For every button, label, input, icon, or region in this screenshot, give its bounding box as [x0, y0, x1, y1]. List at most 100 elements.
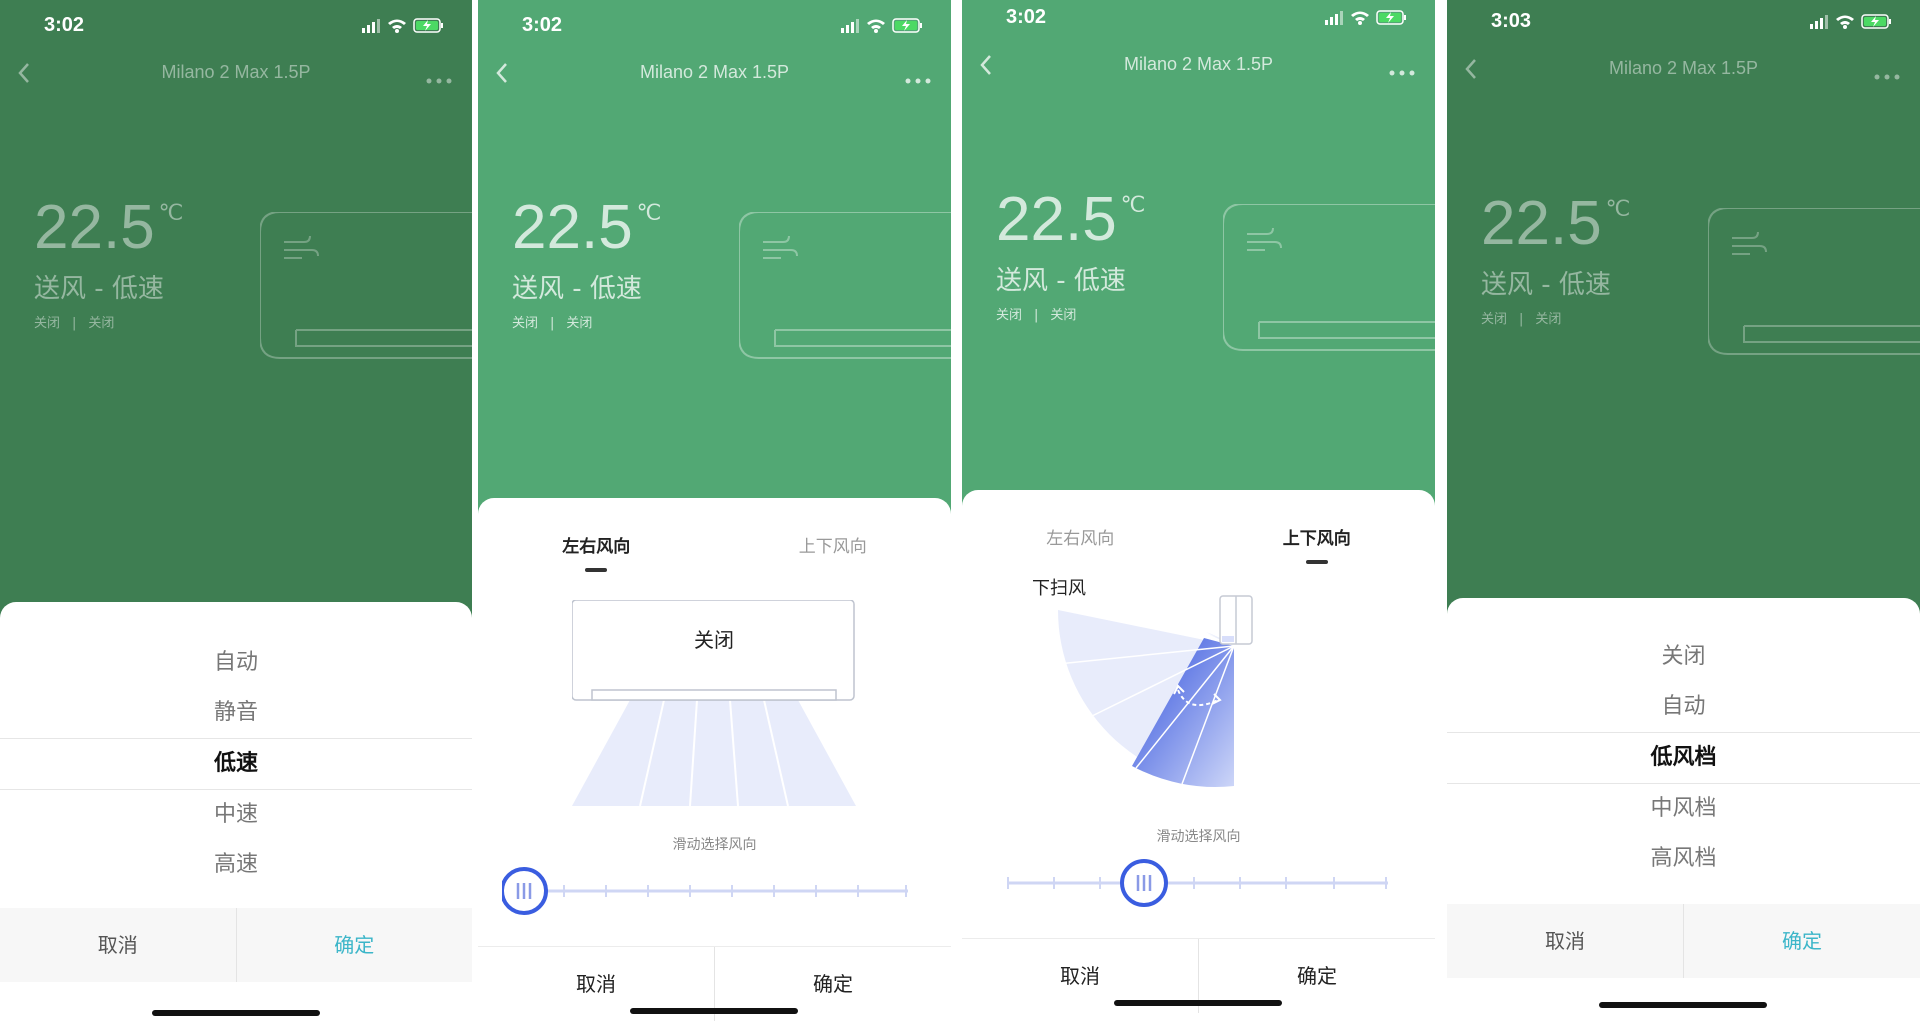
screen-fan-speed: 3:02 Milano 2 Max 1.5P 22.5 ℃ 送风 - 低速 关闭 |… [0, 0, 472, 1022]
swing-lr-status: 关闭 [512, 316, 539, 331]
confirm-button[interactable]: 确定 [1684, 904, 1920, 978]
signal-wifi-battery-icon [841, 18, 922, 33]
cancel-button[interactable]: 取消 [0, 908, 237, 982]
separator: | [550, 316, 555, 331]
status-icons [362, 16, 448, 38]
swing-sheet: 左右风向 上下风向 关闭 滑动选择风向 取消 确定 [478, 498, 951, 1022]
mode-text: 送风 - 低速 [34, 274, 164, 304]
mode-text: 送风 - 低速 [512, 274, 642, 304]
separator: | [72, 316, 77, 331]
mode-text: 送风 - 低速 [1481, 270, 1611, 300]
more-icon[interactable] [426, 70, 452, 89]
nav-bar: Milano 2 Max 1.5P [962, 44, 1435, 88]
picker-option[interactable]: 中风档 [1447, 784, 1920, 834]
tab-vertical-swing[interactable]: 上下风向 [715, 522, 952, 572]
swing-tabs: 左右风向 上下风向 [478, 522, 951, 572]
clock: 3:02 [44, 14, 85, 36]
screen-vertical-swing: 3:02 Milano 2 Max 1.5P 22.5 ℃ 送风 - 低速 关闭 |… [962, 0, 1435, 1022]
cancel-button[interactable]: 取消 [1447, 904, 1684, 978]
ac-unit-outline [1222, 203, 1435, 364]
clock: 3:02 [1006, 6, 1047, 28]
separator: | [1519, 312, 1524, 327]
temperature-display: 22.5 ℃ [1481, 188, 1630, 259]
nav-bar: Milano 2 Max 1.5P [1447, 48, 1920, 92]
status-bar: 3:02 [962, 0, 1435, 44]
tab-horizontal-swing[interactable]: 左右风向 [962, 514, 1199, 564]
tab-horizontal-swing[interactable]: 左右风向 [478, 522, 715, 572]
tab-vertical-swing[interactable]: 上下风向 [1199, 514, 1436, 564]
more-icon[interactable] [1874, 66, 1900, 85]
status-bar: 3:02 [478, 0, 951, 52]
swing-tabs: 左右风向 上下风向 [962, 514, 1435, 564]
picker-option[interactable]: 自动 [1447, 682, 1920, 732]
temperature-unit: ℃ [1605, 196, 1631, 221]
home-indicator [1114, 1000, 1282, 1006]
temperature-unit: ℃ [158, 200, 184, 225]
temperature-value: 22.5 [1481, 189, 1602, 258]
ac-unit-outline [1707, 207, 1920, 368]
clock: 3:03 [1491, 10, 1532, 32]
picker-option[interactable]: 静音 [0, 688, 472, 738]
device-title: Milano 2 Max 1.5P [1123, 54, 1274, 74]
status-icons [841, 16, 927, 38]
device-title: Milano 2 Max 1.5P [639, 62, 790, 82]
picker-option[interactable]: 中速 [0, 790, 472, 840]
speed-picker[interactable]: 自动 静音 低速 中速 高速 [0, 638, 472, 890]
action-bar: 取消 确定 [1447, 904, 1920, 978]
picker-option[interactable]: 高风档 [1447, 834, 1920, 884]
picker-option[interactable]: 高速 [0, 840, 472, 890]
temperature-value: 22.5 [996, 185, 1117, 254]
nav-bar: Milano 2 Max 1.5P [478, 52, 951, 96]
swing-status: 关闭 | 关闭 [1481, 308, 1573, 327]
more-icon[interactable] [905, 70, 931, 89]
swing-status: 关闭 | 关闭 [996, 304, 1088, 323]
swing-sheet: 左右风向 上下风向 下扫风 滑动选择风向 取消 确定 [962, 490, 1435, 1022]
swing-lr-status: 关闭 [1481, 312, 1508, 327]
speed-picker-sheet: 自动 静音 低速 中速 高速 取消 确定 [0, 602, 472, 1022]
status-icons [1325, 8, 1411, 30]
fan-level-picker[interactable]: 关闭 自动 低风档 中风档 高风档 [1447, 632, 1920, 884]
fan-level-picker-sheet: 关闭 自动 低风档 中风档 高风档 取消 确定 [1447, 598, 1920, 1022]
screen-fan-level: 3:03 Milano 2 Max 1.5P 22.5 ℃ 送风 - 低速 关闭 |… [1447, 0, 1920, 1022]
ac-unit-outline [738, 211, 951, 372]
more-icon[interactable] [1389, 62, 1415, 81]
picker-option[interactable]: 自动 [0, 638, 472, 688]
device-title: Milano 2 Max 1.5P [161, 62, 311, 82]
signal-wifi-battery-icon [1810, 14, 1891, 29]
status-icons [1810, 12, 1896, 34]
slider-hint: 滑动选择风向 [1156, 829, 1241, 845]
ac-side-icon [1218, 594, 1254, 652]
separator: | [1034, 308, 1039, 323]
home-indicator [1599, 1002, 1767, 1008]
picker-option-selected[interactable]: 低速 [0, 738, 472, 790]
direction-slider[interactable] [500, 866, 922, 920]
mode-text: 送风 - 低速 [996, 266, 1126, 296]
direction-slider[interactable] [1004, 858, 1404, 912]
confirm-button[interactable]: 确定 [237, 908, 473, 982]
swing-ud-status: 关闭 [1535, 312, 1562, 327]
nav-bar: Milano 2 Max 1.5P [0, 52, 472, 96]
swing-lr-status: 关闭 [996, 308, 1023, 323]
home-indicator [630, 1008, 798, 1014]
temperature-unit: ℃ [1120, 192, 1146, 217]
home-indicator [152, 1010, 320, 1016]
temperature-value: 22.5 [512, 193, 633, 262]
slider-hint: 滑动选择风向 [672, 837, 757, 853]
temperature-display: 22.5 ℃ [996, 184, 1145, 255]
temperature-value: 22.5 [34, 193, 155, 262]
swing-ud-status: 关闭 [88, 316, 115, 331]
picker-option[interactable]: 关闭 [1447, 632, 1920, 682]
ac-airflow-illustration: 关闭 [571, 599, 856, 814]
swing-ud-status: 关闭 [566, 316, 593, 331]
signal-wifi-battery-icon [362, 18, 443, 33]
swing-status: 关闭 | 关闭 [34, 312, 126, 331]
ac-unit-outline [259, 211, 472, 372]
device-title: Milano 2 Max 1.5P [1608, 58, 1759, 78]
swing-ud-status: 关闭 [1050, 308, 1077, 323]
picker-option-selected[interactable]: 低风档 [1447, 732, 1920, 784]
ac-status-label: 关闭 [694, 628, 734, 652]
swing-status: 关闭 | 关闭 [512, 312, 604, 331]
temperature-unit: ℃ [636, 200, 662, 225]
screen-horizontal-swing: 3:02 Milano 2 Max 1.5P 22.5 ℃ 送风 - 低速 关闭 |… [478, 0, 951, 1022]
clock: 3:02 [522, 14, 563, 36]
